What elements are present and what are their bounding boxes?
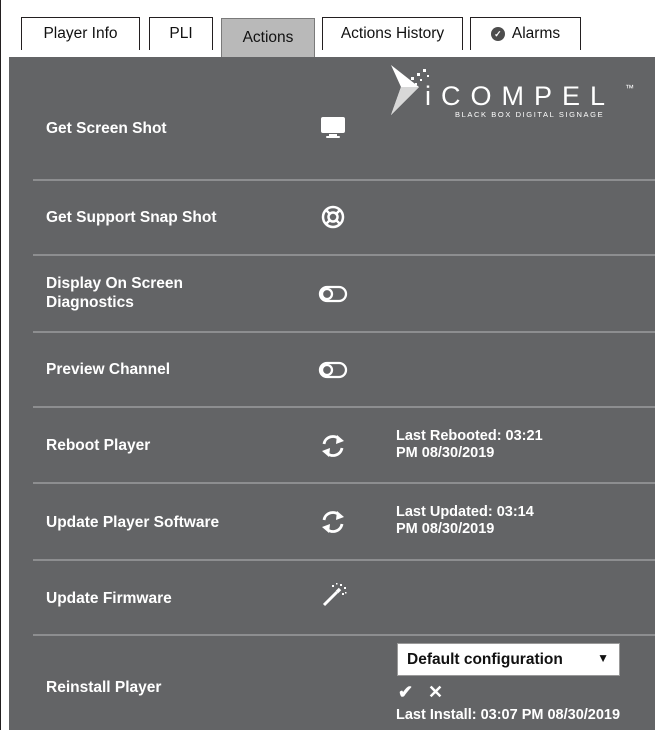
action-row-on-screen-diagnostics: Display On Screen Diagnostics [33,256,655,333]
actions-panel: Get Screen Shot iCOMPEL ™ BLACK BOX DIGI… [9,57,655,730]
cancel-x-icon[interactable]: ✕ [428,682,443,703]
action-label: Reinstall Player [46,679,162,696]
tab-label: Alarms [511,25,561,42]
action-row-support-snap-shot: Get Support Snap Shot [33,181,655,256]
last-rebooted-text: Last Rebooted: 03:21 PM 08/30/2019 [396,428,543,461]
tab-player-info[interactable]: Player Info [21,17,140,50]
action-label: Update Firmware [46,590,172,607]
toggle-off-icon[interactable] [318,355,348,385]
player-actions-window: Player Info PLI Actions Actions History … [0,0,655,730]
tab-actions[interactable]: Actions [221,18,315,57]
tab-label: PLI [169,25,193,42]
tab-pli[interactable]: PLI [149,17,213,50]
tab-actions-history[interactable]: Actions History [322,17,463,50]
action-row-update-software: Update Player Software Last Updated: 03:… [33,484,655,561]
toggle-off-icon[interactable] [318,279,348,309]
logo-wordmark: iCOMPEL [425,81,615,111]
action-label: Update Player Software [46,514,220,531]
last-install-text: Last Install: 03:07 PM 08/30/2019 [396,707,621,723]
action-row-update-firmware: Update Firmware [33,561,655,636]
action-label: Get Screen Shot [46,120,167,137]
action-row-reinstall-player: Reinstall Player Default configuration ▼… [33,636,655,730]
configuration-select[interactable]: Default configuration ▼ [397,643,620,676]
logo-trademark: ™ [625,83,634,93]
action-label: Get Support Snap Shot [46,209,217,226]
tab-alarms[interactable]: ✓ Alarms [470,17,581,50]
tab-label: Actions [242,29,294,46]
monitor-icon[interactable] [318,112,348,142]
tab-label: Actions History [340,25,445,42]
magic-wand-icon[interactable] [318,581,348,611]
action-row-reboot-player: Reboot Player Last Rebooted: 03:21 PM 08/… [33,408,655,484]
icompel-logo: iCOMPEL ™ BLACK BOX DIGITAL SIGNAGE [389,57,649,119]
select-value: Default configuration [407,650,563,668]
action-label: Preview Channel [46,361,171,378]
confirm-check-icon[interactable]: ✔ [398,682,413,703]
tab-label: Player Info [43,25,118,42]
tab-bar: Player Info PLI Actions Actions History … [1,0,655,57]
chevron-down-icon: ▼ [597,651,609,665]
action-row-preview-channel: Preview Channel [33,333,655,408]
action-row-screen-shot: Get Screen Shot iCOMPEL ™ BLACK BOX DIGI… [33,57,655,181]
logo-tagline: BLACK BOX DIGITAL SIGNAGE [455,110,604,119]
last-updated-text: Last Updated: 03:14 PM 08/30/2019 [396,504,534,537]
refresh-icon[interactable] [318,507,348,537]
refresh-icon[interactable] [318,431,348,461]
action-label: Reboot Player [46,437,151,454]
action-label: Display On Screen Diagnostics [46,275,183,311]
check-circle-icon: ✓ [490,27,505,41]
lifebuoy-icon[interactable] [318,202,348,232]
